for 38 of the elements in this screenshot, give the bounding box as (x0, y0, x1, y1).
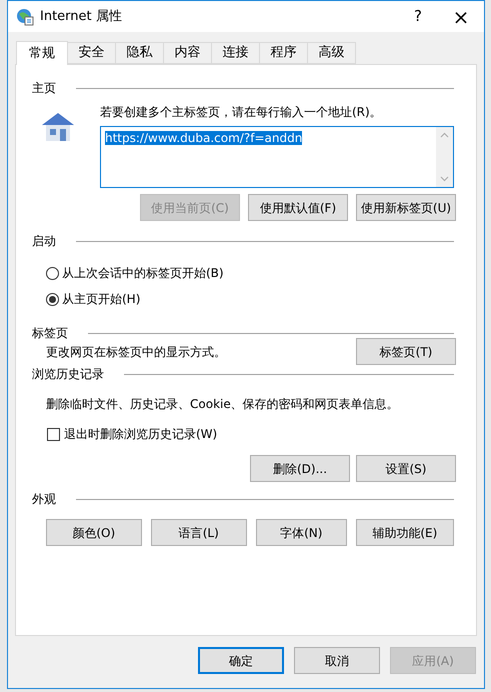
close-button[interactable]: × (438, 1, 484, 32)
dialog-button[interactable]: 确定 (198, 647, 284, 674)
description-text: 更改网页在标签页中的显示方式。 (46, 344, 226, 360)
history-button[interactable]: 删除(D)... (250, 455, 350, 482)
radio-label: 从上次会话中的标签页开始(B) (62, 265, 224, 282)
tab[interactable]: 常规 (16, 41, 68, 65)
history-button[interactable]: 设置(S) (356, 455, 456, 482)
tab[interactable]: 高级 (308, 42, 356, 64)
appearance-button[interactable]: 语言(L) (150, 519, 247, 546)
section-heading: 标签页 (32, 325, 68, 342)
tab[interactable]: 内容 (164, 42, 212, 64)
appearance-button[interactable]: 辅助功能(E) (356, 519, 454, 546)
description-text: 删除临时文件、历史记录、Cookie、保存的密码和网页表单信息。 (46, 396, 400, 413)
house-icon (40, 111, 76, 143)
radio-label: 从主页开始(H) (62, 291, 140, 308)
tab[interactable]: 程序 (260, 42, 308, 64)
home-page-button[interactable]: 使用新标签页(U) (356, 194, 456, 221)
appearance-button[interactable]: 颜色(O) (46, 519, 142, 546)
tab[interactable]: 连接 (212, 42, 260, 64)
window-title: Internet 属性 (40, 8, 122, 26)
instruction-text: 若要创建多个主标签页，请在每行输入一个地址(R)。 (100, 104, 383, 121)
section-heading: 启动 (32, 233, 56, 250)
tab[interactable]: 安全 (68, 42, 116, 64)
section-heading: 外观 (32, 491, 56, 508)
radio-button[interactable] (46, 292, 59, 306)
section-heading: 浏览历史记录 (32, 366, 104, 383)
help-button[interactable]: ? (398, 1, 438, 32)
home-page-button[interactable]: 使用默认值(F) (248, 194, 348, 221)
checkbox-label: 退出时删除浏览历史记录(W) (64, 426, 218, 443)
checkbox[interactable] (47, 428, 60, 440)
dialog-button[interactable]: 取消 (294, 647, 380, 674)
appearance-button[interactable]: 字体(N) (256, 519, 347, 546)
section-heading: 主页 (32, 80, 56, 97)
globe-icon (16, 8, 34, 26)
tab[interactable]: 隐私 (116, 42, 164, 64)
radio-button[interactable] (46, 266, 59, 280)
address-text: https://www.duba.com/?f=anddn (105, 131, 302, 145)
tabs-button[interactable]: 标签页(T) (356, 338, 456, 365)
